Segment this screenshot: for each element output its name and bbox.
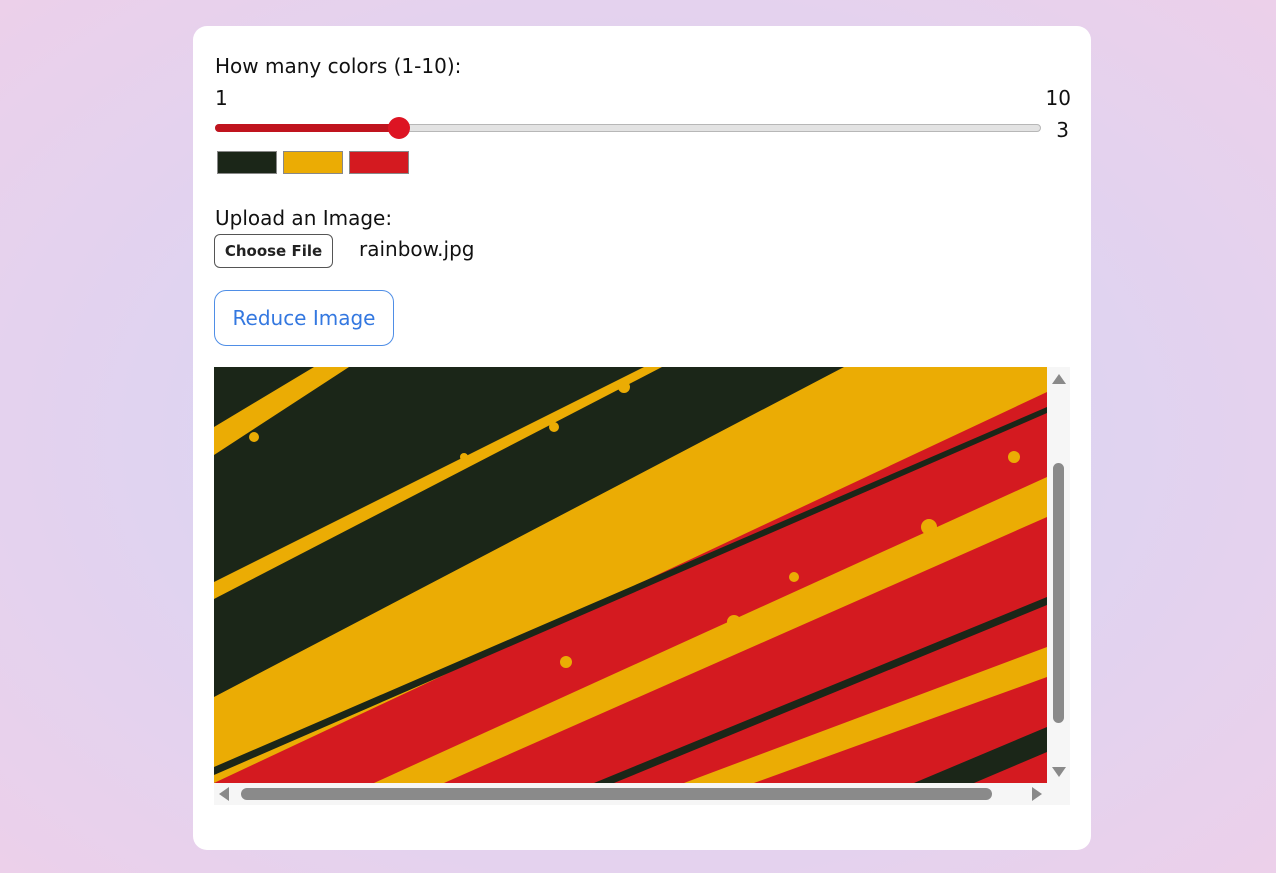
- result-image-container[interactable]: [214, 367, 1070, 805]
- image-speckle: [1008, 451, 1020, 463]
- image-speckle: [727, 615, 741, 629]
- image-speckle: [460, 453, 468, 461]
- vertical-scrollbar[interactable]: [1047, 367, 1070, 783]
- image-speckle: [375, 503, 383, 511]
- slider-min-label: 1: [215, 86, 228, 110]
- slider-value: 3: [1056, 118, 1069, 142]
- scroll-down-arrow-icon[interactable]: [1052, 767, 1066, 777]
- slider-thumb[interactable]: [387, 117, 410, 139]
- slider-fill: [215, 124, 399, 132]
- palette-swatch-1: [217, 151, 277, 174]
- choose-file-button[interactable]: Choose File: [214, 234, 333, 268]
- palette-swatch-3: [349, 151, 409, 174]
- color-count-label: How many colors (1-10):: [215, 54, 462, 78]
- horizontal-scroll-thumb[interactable]: [241, 788, 992, 800]
- color-reducer-card: How many colors (1-10): 1 10 3 Upload an…: [193, 26, 1091, 850]
- image-speckle: [921, 519, 937, 535]
- scroll-right-arrow-icon[interactable]: [1032, 787, 1042, 801]
- horizontal-scrollbar[interactable]: [214, 783, 1047, 805]
- color-count-slider[interactable]: [215, 117, 1041, 139]
- image-speckle: [549, 422, 559, 432]
- selected-file-name: rainbow.jpg: [359, 237, 475, 261]
- slider-max-label: 10: [1045, 86, 1071, 110]
- vertical-scroll-thumb[interactable]: [1053, 463, 1064, 723]
- palette-swatches: [217, 151, 409, 174]
- scroll-left-arrow-icon[interactable]: [219, 787, 229, 801]
- image-speckle: [789, 572, 799, 582]
- image-speckle: [249, 432, 259, 442]
- image-speckle: [560, 656, 572, 668]
- scroll-up-arrow-icon[interactable]: [1052, 374, 1066, 384]
- upload-label: Upload an Image:: [215, 206, 393, 230]
- palette-swatch-2: [283, 151, 343, 174]
- reduced-image: [214, 367, 1047, 783]
- image-speckle: [618, 381, 630, 393]
- reduced-image-canvas: [214, 367, 1047, 783]
- reduce-image-button[interactable]: Reduce Image: [214, 290, 394, 346]
